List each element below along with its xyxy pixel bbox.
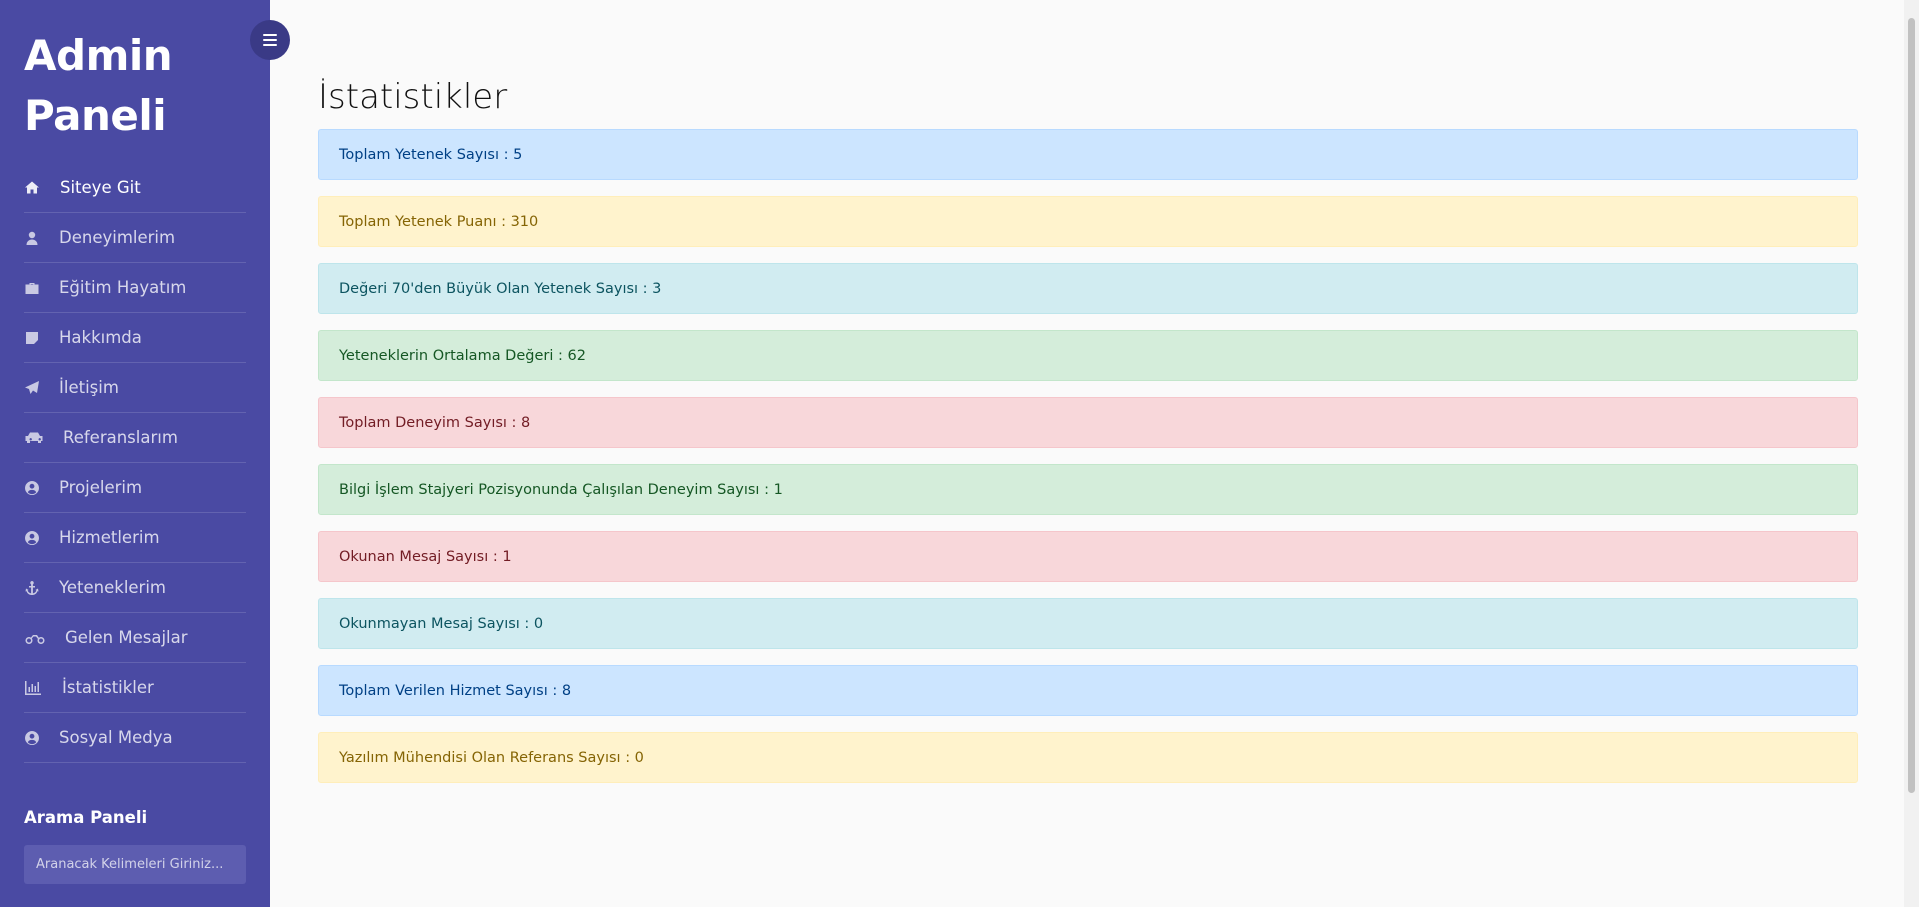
sidebar-item-projelerim[interactable]: Projelerim	[24, 463, 246, 513]
hamburger-icon	[263, 34, 277, 46]
sidebar-item-iletisim[interactable]: İletişim	[24, 363, 246, 413]
car-icon	[24, 430, 44, 446]
sidebar-item-label: Yeteneklerim	[59, 578, 167, 597]
stat-text: Bilgi İşlem Stajyeri Pozisyonunda Çalışı…	[339, 481, 783, 498]
stat-alert: Toplam Yetenek Puanı : 310	[318, 196, 1858, 247]
stat-text: Yazılım Mühendisi Olan Referans Sayısı :…	[339, 749, 644, 766]
sidebar-item-gelen-mesajlar[interactable]: Gelen Mesajlar	[24, 613, 246, 663]
user-circle-icon	[24, 530, 40, 546]
page-scrollbar[interactable]	[1904, 0, 1919, 907]
sidebar-item-label: Referanslarım	[63, 428, 178, 447]
user-circle-icon	[24, 730, 40, 746]
sidebar: Admin Paneli Siteye Git Deneyimlerim Eği…	[0, 0, 270, 907]
sidebar-item-label: Eğitim Hayatım	[59, 278, 187, 297]
stat-text: Yeteneklerin Ortalama Değeri : 62	[339, 347, 586, 364]
stat-text: Toplam Deneyim Sayısı : 8	[339, 414, 531, 431]
motorcycle-icon	[24, 630, 46, 646]
stat-text: Toplam Verilen Hizmet Sayısı : 8	[339, 682, 572, 699]
user-circle-icon	[24, 480, 40, 496]
sidebar-toggle-button[interactable]	[250, 20, 290, 60]
search-panel-title: Arama Paneli	[24, 808, 148, 827]
sidebar-item-sosyal-medya[interactable]: Sosyal Medya	[24, 713, 246, 763]
stat-alert: Okunmayan Mesaj Sayısı : 0	[318, 598, 1858, 649]
briefcase-icon	[24, 280, 40, 296]
stat-text: Okunmayan Mesaj Sayısı : 0	[339, 615, 544, 632]
stat-alert: Yeteneklerin Ortalama Değeri : 62	[318, 330, 1858, 381]
sidebar-item-siteye-git[interactable]: Siteye Git	[24, 163, 246, 213]
sidebar-item-label: Sosyal Medya	[59, 728, 173, 747]
sidebar-item-hizmetlerim[interactable]: Hizmetlerim	[24, 513, 246, 563]
anchor-icon	[24, 580, 40, 596]
sidebar-item-label: Siteye Git	[60, 178, 141, 197]
scrollbar-thumb[interactable]	[1908, 18, 1915, 793]
main-content: İstatistikler Toplam Yetenek Sayısı : 5 …	[318, 76, 1858, 799]
sidebar-item-deneyimlerim[interactable]: Deneyimlerim	[24, 213, 246, 263]
stat-alert: Bilgi İşlem Stajyeri Pozisyonunda Çalışı…	[318, 464, 1858, 515]
stat-text: Toplam Yetenek Sayısı : 5	[339, 146, 523, 163]
sticky-note-icon	[24, 330, 40, 346]
user-icon	[24, 230, 40, 246]
sidebar-item-label: Hizmetlerim	[59, 528, 160, 547]
stat-text: Toplam Yetenek Puanı : 310	[339, 213, 539, 230]
stat-alert: Toplam Deneyim Sayısı : 8	[318, 397, 1858, 448]
stat-text: Okunan Mesaj Sayısı : 1	[339, 548, 512, 565]
sidebar-item-yeteneklerim[interactable]: Yeteneklerim	[24, 563, 246, 613]
bar-chart-icon	[24, 680, 42, 696]
sidebar-item-referanslarim[interactable]: Referanslarım	[24, 413, 246, 463]
stat-alert: Yazılım Mühendisi Olan Referans Sayısı :…	[318, 732, 1858, 783]
sidebar-item-label: Hakkımda	[59, 328, 142, 347]
sidebar-item-hakkimda[interactable]: Hakkımda	[24, 313, 246, 363]
sidebar-item-label: İstatistikler	[62, 678, 154, 697]
search-input[interactable]	[24, 845, 246, 884]
brand-text: Admin Paneli	[24, 31, 173, 140]
stat-alert: Değeri 70'den Büyük Olan Yetenek Sayısı …	[318, 263, 1858, 314]
stat-alert: Toplam Verilen Hizmet Sayısı : 8	[318, 665, 1858, 716]
stat-text: Değeri 70'den Büyük Olan Yetenek Sayısı …	[339, 280, 662, 297]
sidebar-item-label: Deneyimlerim	[59, 228, 176, 247]
sidebar-nav: Siteye Git Deneyimlerim Eğitim Hayatım H…	[24, 163, 246, 763]
sidebar-item-label: İletişim	[59, 378, 119, 397]
page-title: İstatistikler	[318, 77, 508, 117]
paper-plane-icon	[24, 380, 40, 396]
sidebar-item-label: Gelen Mesajlar	[65, 628, 188, 647]
sidebar-item-label: Projelerim	[59, 478, 143, 497]
stat-alert: Toplam Yetenek Sayısı : 5	[318, 129, 1858, 180]
sidebar-item-istatistikler[interactable]: İstatistikler	[24, 663, 246, 713]
brand-title: Admin Paneli	[24, 26, 174, 146]
sidebar-item-egitim-hayatim[interactable]: Eğitim Hayatım	[24, 263, 246, 313]
stat-alert: Okunan Mesaj Sayısı : 1	[318, 531, 1858, 582]
home-icon	[24, 180, 40, 196]
